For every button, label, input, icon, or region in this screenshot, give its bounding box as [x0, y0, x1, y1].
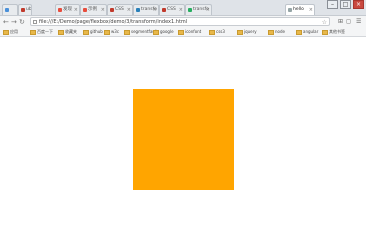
- folder-icon: [296, 29, 302, 35]
- tab-strip: ubu 发现 × 示例 × CSS × transfo × CSS ×: [0, 0, 366, 16]
- bookmark-item[interactable]: 应用: [3, 28, 18, 36]
- tab[interactable]: transfo ×: [133, 4, 159, 15]
- folder-icon: [237, 29, 243, 35]
- page-icon: [33, 20, 37, 24]
- tab-label: CSS: [115, 7, 124, 12]
- bookmark-label: w3c: [111, 29, 120, 34]
- bookmark-item[interactable]: google: [153, 28, 174, 36]
- bookmark-label: node: [275, 29, 285, 34]
- favicon-icon: [83, 8, 87, 12]
- tab[interactable]: 发现 ×: [55, 4, 80, 15]
- bookmark-item[interactable]: 其他书签: [322, 28, 345, 36]
- bookmark-item[interactable]: 收藏夹: [58, 28, 77, 36]
- folder-icon: [209, 29, 215, 35]
- bookmark-item[interactable]: github: [83, 28, 103, 36]
- browser-window: ubu 发现 × 示例 × CSS × transfo × CSS ×: [0, 0, 366, 245]
- close-tab-icon[interactable]: ×: [153, 5, 157, 15]
- close-window-button[interactable]: ×: [353, 0, 364, 9]
- tab[interactable]: transfo ×: [185, 4, 212, 15]
- bookmark-label: github: [90, 29, 103, 34]
- bookmark-label: css3: [216, 29, 225, 34]
- bookmark-item[interactable]: w3c: [104, 28, 119, 36]
- favicon-icon: [288, 8, 292, 12]
- bookmark-label: 其他书签: [329, 29, 345, 34]
- tab-label: hello: [293, 7, 304, 12]
- folder-icon: [83, 29, 89, 35]
- reload-icon[interactable]: ↻: [19, 17, 25, 27]
- close-tab-icon[interactable]: ×: [127, 5, 131, 15]
- forward-icon[interactable]: →: [11, 17, 17, 27]
- folder-icon: [30, 29, 36, 35]
- bookmark-star-icon[interactable]: ☆: [322, 18, 327, 25]
- tab[interactable]: [2, 4, 18, 15]
- tab-label: CSS: [167, 7, 176, 12]
- bookmark-label: 应用: [10, 29, 18, 34]
- favicon-icon: [162, 8, 166, 12]
- close-tab-icon[interactable]: ×: [206, 5, 210, 15]
- bookmark-label: angular: [303, 29, 319, 34]
- address-bar: ← → ↻ file:///E:/Demo/page/flexbox/demo/…: [0, 16, 366, 28]
- tab-label: 示例: [88, 7, 97, 12]
- page-content: [0, 37, 366, 245]
- orange-square: [133, 89, 234, 190]
- tab[interactable]: CSS ×: [159, 4, 185, 15]
- folder-icon: [58, 29, 64, 35]
- bookmark-item[interactable]: 百度一下: [30, 28, 53, 36]
- bookmark-item[interactable]: iconfont: [178, 28, 201, 36]
- bookmark-label: 百度一下: [37, 29, 53, 34]
- bookmark-item[interactable]: angular: [296, 28, 318, 36]
- tab[interactable]: 示例 ×: [80, 4, 107, 15]
- folder-icon: [124, 29, 130, 35]
- tab-active[interactable]: hello ×: [285, 4, 315, 15]
- bookmark-label: iconfont: [185, 29, 202, 34]
- close-tab-icon[interactable]: ×: [74, 5, 78, 15]
- bookmark-item[interactable]: css3: [209, 28, 225, 36]
- menu-icon[interactable]: ☰: [356, 17, 361, 27]
- extension-icon[interactable]: ◻: [346, 17, 351, 27]
- folder-icon: [104, 29, 110, 35]
- bookmark-item[interactable]: node: [268, 28, 285, 36]
- url-text: file:///E:/Demo/page/flexbox/demo/3/tran…: [39, 19, 188, 25]
- tab[interactable]: CSS ×: [107, 4, 133, 15]
- folder-icon: [322, 29, 328, 35]
- tab-label: 发现: [63, 7, 72, 12]
- bookmark-label: google: [160, 29, 174, 34]
- favicon-icon: [136, 8, 140, 12]
- favicon-icon: [21, 8, 25, 12]
- maximize-button[interactable]: □: [340, 0, 351, 9]
- close-tab-icon[interactable]: ×: [309, 5, 313, 15]
- bookmarks-bar: 应用 百度一下 收藏夹 github w3c segmentfault google icon…: [0, 28, 366, 37]
- tab-label: ubu: [26, 7, 32, 12]
- tab[interactable]: ubu: [18, 4, 32, 15]
- close-tab-icon[interactable]: ×: [179, 5, 183, 15]
- folder-icon: [178, 29, 184, 35]
- window-controls: – □ ×: [327, 0, 364, 9]
- url-field[interactable]: file:///E:/Demo/page/flexbox/demo/3/tran…: [30, 17, 330, 26]
- minimize-button[interactable]: –: [327, 0, 338, 9]
- translate-icon[interactable]: ⊞: [338, 17, 343, 27]
- folder-icon: [3, 29, 9, 35]
- close-tab-icon[interactable]: ×: [101, 5, 105, 15]
- folder-icon: [153, 29, 159, 35]
- bookmark-item[interactable]: jquery: [237, 28, 257, 36]
- favicon-icon: [5, 8, 9, 12]
- bookmark-label: jquery: [244, 29, 257, 34]
- folder-icon: [268, 29, 274, 35]
- favicon-icon: [58, 8, 62, 12]
- favicon-icon: [110, 8, 114, 12]
- favicon-icon: [188, 8, 192, 12]
- bookmark-label: 收藏夹: [65, 29, 77, 34]
- back-icon[interactable]: ←: [3, 17, 9, 27]
